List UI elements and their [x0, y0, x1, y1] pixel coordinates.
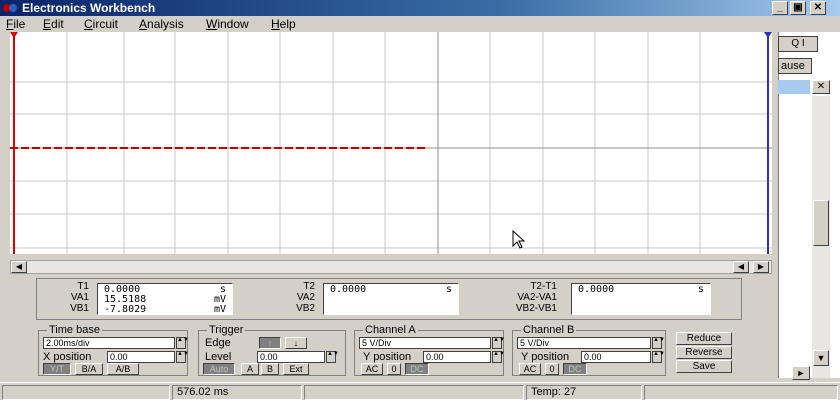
timebase-spin-icon[interactable]: ▲▼: [176, 337, 189, 349]
scope-grid: [10, 32, 772, 254]
t2-t1-readout: 0.0000 s: [571, 283, 711, 315]
va2-va1-label: VA2-VA1: [517, 292, 557, 303]
menu-bar: File Edit Circuit Analysis Window Help: [0, 16, 840, 32]
app-logo-icon: [3, 4, 17, 12]
trigger-group: Trigger Edge ↑ ↓ Level 0.00 ▲▼ Auto A B …: [198, 324, 346, 376]
channel-a-ac-button[interactable]: AC: [361, 363, 383, 375]
channel-a-group: Channel A 5 V/Div ▲▼ Y position 0.00 ▲▼ …: [354, 324, 505, 376]
xpos-spin-icon[interactable]: ▲▼: [176, 351, 189, 363]
scroll-right-icon[interactable]: ▶: [753, 261, 769, 273]
zoom-toolbar-button[interactable]: Q I: [778, 36, 818, 52]
timebase-group: Time base 2.00ms/div ▲▼ X position 0.00 …: [38, 324, 189, 376]
menu-window[interactable]: Window: [206, 16, 249, 32]
subwindow-close-icon[interactable]: ✕: [812, 80, 830, 94]
edge-falling-icon[interactable]: ↓: [285, 337, 307, 349]
channel-a-scale-spin-icon[interactable]: ▲▼: [492, 337, 505, 349]
restore-button[interactable]: ▣: [790, 1, 806, 15]
channel-a-zero-button[interactable]: 0: [387, 363, 401, 375]
menu-help[interactable]: Help: [271, 16, 296, 32]
channel-b-ac-button[interactable]: AC: [519, 363, 541, 375]
timebase-field[interactable]: 2.00ms/div: [43, 337, 175, 349]
mode-ba-button[interactable]: B/A: [75, 363, 103, 375]
close-button[interactable]: ✕: [810, 1, 826, 15]
cursor-readouts: T1 VA1 VB1 0.0000 s 15.5188 mV -7.8029 mV T…: [36, 278, 742, 320]
channel-b-group: Channel B 5 V/Div ▲▼ Y position 0.00 ▲▼ …: [512, 324, 666, 376]
status-temp: Temp: 27: [526, 385, 642, 400]
horizontal-scrollbar[interactable]: ◀ ◀ ▶: [10, 260, 772, 274]
cursor-1-marker-icon[interactable]: [10, 32, 18, 38]
scroll-right-arrow-icon[interactable]: ►: [792, 366, 810, 380]
oscilloscope-screen: [10, 32, 772, 254]
trigger-a-button[interactable]: A: [241, 363, 259, 375]
channel-b-ypos-spin-icon[interactable]: ▲▼: [652, 351, 665, 363]
title-bar: Electronics Workbench _ ▣ ✕: [0, 0, 840, 16]
minimize-button[interactable]: _: [772, 1, 788, 15]
mouse-pointer-icon: [512, 229, 526, 249]
trigger-b-button[interactable]: B: [261, 363, 279, 375]
t2-t1-label: T2-T1: [530, 281, 557, 292]
t1-label: T1: [77, 281, 89, 292]
channel-a-ypos-field[interactable]: 0.00: [423, 351, 491, 363]
trigger-title: Trigger: [207, 324, 246, 336]
reduce-button[interactable]: Reduce: [676, 332, 732, 345]
save-button[interactable]: Save: [676, 360, 732, 373]
reverse-button[interactable]: Reverse: [676, 346, 732, 359]
timebase-title: Time base: [47, 324, 102, 336]
cursor-2-marker-icon[interactable]: [764, 32, 772, 38]
va1-label: VA1: [70, 292, 89, 303]
scroll-left-end-icon[interactable]: ◀: [733, 261, 749, 273]
status-time: 576.02 ms: [172, 385, 302, 400]
vb2-vb1-label: VB2-VB1: [515, 303, 557, 314]
channel-a-ypos-spin-icon[interactable]: ▲▼: [492, 351, 505, 363]
t1-readout: 0.0000 s 15.5188 mV -7.8029 mV: [97, 283, 233, 315]
status-cell-empty-2: [304, 385, 524, 400]
menu-circuit[interactable]: Circuit: [84, 16, 118, 32]
trigger-auto-button[interactable]: Auto: [203, 363, 235, 375]
level-label: Level: [205, 351, 232, 363]
channel-b-zero-button[interactable]: 0: [545, 363, 559, 375]
channel-a-ypos-label: Y position: [363, 351, 412, 363]
channel-b-scale-field[interactable]: 5 V/Div: [517, 337, 651, 349]
t2-label: T2: [303, 281, 315, 292]
pause-button[interactable]: ause: [778, 58, 812, 74]
channel-a-scale-field[interactable]: 5 V/Div: [359, 337, 491, 349]
mode-yt-button[interactable]: Y/T: [43, 363, 71, 375]
scroll-down-arrow-icon[interactable]: ▼: [813, 350, 829, 366]
xpos-label: X position: [43, 351, 92, 363]
oscilloscope-panel: ◀ ◀ ▶ T1 VA1 VB1 0.0000 s 15.5188 mV -7.80…: [0, 32, 778, 378]
vertical-scroll-thumb[interactable]: [813, 200, 829, 246]
channel-a-title: Channel A: [363, 324, 418, 336]
menu-file[interactable]: File: [6, 16, 25, 32]
vb2-label: VB2: [296, 303, 315, 314]
scroll-left-icon[interactable]: ◀: [11, 261, 27, 273]
level-spin-icon[interactable]: ▲▼: [326, 351, 339, 363]
vb1-label: VB1: [70, 303, 89, 314]
status-cell-empty-3: [644, 385, 838, 400]
selected-window-caption: [778, 80, 810, 94]
channel-b-scale-spin-icon[interactable]: ▲▼: [652, 337, 665, 349]
channel-b-ypos-field[interactable]: 0.00: [581, 351, 651, 363]
edge-rising-icon[interactable]: ↑: [259, 337, 281, 349]
edge-label: Edge: [205, 337, 231, 349]
channel-b-title: Channel B: [521, 324, 577, 336]
mode-ab-button[interactable]: A/B: [107, 363, 139, 375]
va2-label: VA2: [296, 292, 315, 303]
status-bar: 576.02 ms Temp: 27: [0, 382, 840, 400]
channel-b-dc-button[interactable]: DC: [563, 363, 587, 375]
xpos-field[interactable]: 0.00: [107, 351, 175, 363]
menu-edit[interactable]: Edit: [43, 16, 64, 32]
t2-readout: 0.0000 s: [323, 283, 459, 315]
trigger-ext-button[interactable]: Ext: [283, 363, 309, 375]
window-title: Electronics Workbench: [22, 1, 156, 15]
level-field[interactable]: 0.00: [257, 351, 325, 363]
channel-b-ypos-label: Y position: [521, 351, 570, 363]
channel-a-dc-button[interactable]: DC: [405, 363, 429, 375]
menu-analysis[interactable]: Analysis: [139, 16, 184, 32]
status-cell-empty: [2, 385, 170, 400]
